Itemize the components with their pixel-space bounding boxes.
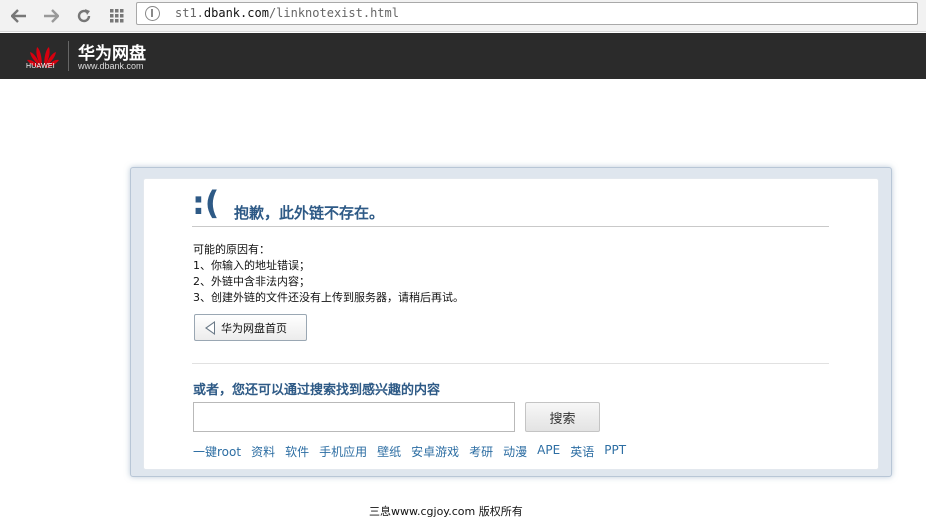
divider xyxy=(192,226,829,227)
site-header: HUAWEI 华为网盘 www.dbank.com xyxy=(0,33,926,79)
tag-link[interactable]: 安卓游戏 xyxy=(411,443,459,460)
reason-item: 3、创建外链的文件还没有上传到服务器，请稍后再试。 xyxy=(193,291,464,304)
reasons-list: 可能的原因有： 1、你输入的地址错误； 2、外链中含非法内容； 3、创建外链的文… xyxy=(193,242,464,306)
url-text: st1.dbank.com/linknotexist.html xyxy=(175,6,399,20)
tag-link[interactable]: APE xyxy=(537,443,560,460)
logo-text: HUAWEI xyxy=(26,63,55,70)
reload-icon[interactable] xyxy=(73,5,95,27)
tag-link[interactable]: PPT xyxy=(604,443,626,460)
tag-link[interactable]: 软件 xyxy=(285,443,309,460)
reason-item: 1、你输入的地址错误； xyxy=(193,259,310,272)
tag-link[interactable]: 壁纸 xyxy=(377,443,401,460)
sad-face-icon: :( xyxy=(192,184,220,222)
tag-link[interactable]: 英语 xyxy=(570,443,594,460)
brand-url[interactable]: www.dbank.com xyxy=(78,61,144,71)
reason-item: 2、外链中含非法内容； xyxy=(193,275,310,288)
search-input[interactable] xyxy=(193,402,515,432)
watermark-text: 三息www.cgjoy.com 版权所有 xyxy=(369,505,523,518)
back-icon[interactable] xyxy=(8,5,30,27)
divider xyxy=(192,363,829,364)
home-button[interactable]: 华为网盘首页 xyxy=(194,314,307,341)
tag-link[interactable]: 一键root xyxy=(193,443,241,460)
address-bar[interactable]: st1.dbank.com/linknotexist.html xyxy=(136,2,918,25)
tag-link[interactable]: 手机应用 xyxy=(319,443,367,460)
tag-link[interactable]: 考研 xyxy=(469,443,493,460)
browser-toolbar: st1.dbank.com/linknotexist.html xyxy=(0,0,926,32)
hot-tags: 一键root 资料 软件 手机应用 壁纸 安卓游戏 考研 动漫 APE 英语 P… xyxy=(193,443,636,460)
header-divider xyxy=(68,41,69,71)
tag-link[interactable]: 动漫 xyxy=(503,443,527,460)
tag-link[interactable]: 资料 xyxy=(251,443,275,460)
apps-grid-icon[interactable] xyxy=(106,5,128,27)
search-button[interactable]: 搜索 xyxy=(525,402,600,432)
error-title: 抱歉，此外链不存在。 xyxy=(234,204,385,222)
site-info-icon[interactable] xyxy=(145,6,160,21)
reasons-heading: 可能的原因有： xyxy=(193,243,270,256)
search-title: 或者，您还可以通过搜索找到感兴趣的内容 xyxy=(193,383,441,398)
back-triangle-icon xyxy=(205,320,215,335)
home-button-label: 华为网盘首页 xyxy=(221,321,287,335)
forward-icon[interactable] xyxy=(40,5,62,27)
